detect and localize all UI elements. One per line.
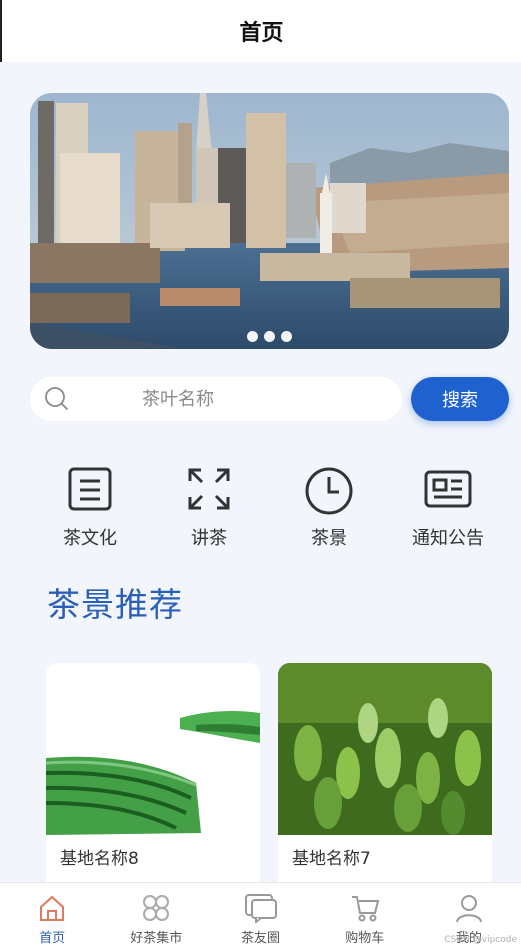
- scenery-card[interactable]: 基地名称7 特色 特色7: [278, 663, 492, 903]
- tab-label: 首页: [39, 931, 66, 946]
- cart-icon: [351, 896, 379, 922]
- tab-label: 购物车: [345, 931, 385, 946]
- watermark: CSDN @vipcode: [444, 935, 517, 945]
- banner-city-image: [30, 93, 509, 349]
- quick-link-label: 讲茶: [191, 528, 227, 549]
- quick-link-tea-talk[interactable]: 讲茶: [149, 466, 269, 550]
- quick-link-notice[interactable]: 通知公告: [388, 466, 508, 550]
- notebook-icon: [68, 467, 112, 511]
- news-card-icon: [424, 470, 472, 508]
- clock-icon: [305, 467, 353, 515]
- quick-link-label: 茶文化: [63, 528, 117, 549]
- grid-leaf-icon: [143, 895, 170, 921]
- tab-home[interactable]: 首页: [0, 883, 104, 950]
- tea-terrace-image: [46, 663, 260, 835]
- quick-link-tea-culture[interactable]: 茶文化: [30, 466, 150, 550]
- page-title: 首页: [239, 21, 284, 46]
- banner-carousel[interactable]: [30, 93, 509, 349]
- tab-label: 茶友圈: [241, 931, 281, 946]
- carousel-dot[interactable]: [264, 331, 275, 342]
- chat-icon: [244, 894, 277, 923]
- home-icon: [40, 895, 65, 921]
- quick-link-label: 通知公告: [412, 528, 484, 549]
- search-icon: [45, 387, 68, 410]
- quick-link-tea-scenery[interactable]: 茶景: [269, 466, 389, 550]
- carousel-dots: [30, 331, 509, 342]
- search-input[interactable]: [90, 377, 390, 421]
- search-box: [30, 377, 402, 421]
- tab-market[interactable]: 好茶集市: [104, 883, 208, 950]
- card-title: 基地名称7: [292, 849, 371, 869]
- search-button[interactable]: 搜索: [411, 377, 509, 421]
- carousel-dot[interactable]: [281, 331, 292, 342]
- tab-tea-friends[interactable]: 茶友圈: [208, 883, 312, 950]
- carousel-dot[interactable]: [247, 331, 258, 342]
- top-nav-bar: 首页: [0, 0, 521, 62]
- bottom-tab-bar: 首页 好茶集市 茶友圈 购物车 我的: [0, 882, 521, 950]
- user-icon: [455, 895, 482, 923]
- scenery-card[interactable]: 基地名称8 特色 特色8: [46, 663, 260, 903]
- tea-leaves-image: [278, 663, 492, 835]
- tab-cart[interactable]: 购物车: [313, 883, 417, 950]
- tab-label: 好茶集市: [130, 931, 183, 946]
- section-title: 茶景推荐: [47, 585, 183, 624]
- quick-link-label: 茶景: [311, 528, 347, 549]
- card-title: 基地名称8: [60, 849, 139, 869]
- expand-arrows-icon: [188, 468, 230, 510]
